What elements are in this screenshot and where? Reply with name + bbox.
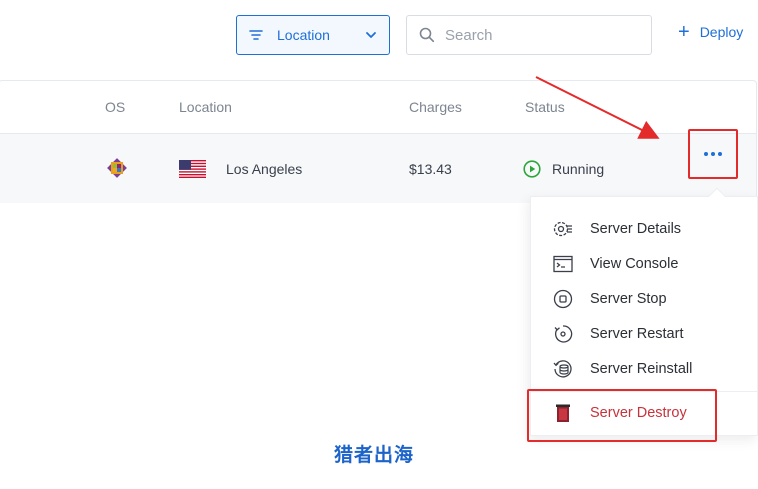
server-details-icon	[553, 221, 572, 236]
dot-icon	[718, 152, 722, 156]
dot-icon	[704, 152, 708, 156]
more-actions-button[interactable]	[688, 129, 738, 179]
header-os: OS	[105, 99, 126, 115]
search-icon	[419, 27, 435, 43]
filter-icon	[249, 30, 263, 40]
restart-icon	[554, 324, 573, 343]
header-charges: Charges	[409, 99, 462, 115]
location-filter-label: Location	[277, 27, 330, 43]
menu-item-label: Server Reinstall	[590, 360, 693, 377]
dot-icon	[711, 152, 715, 156]
server-table: OS Location Charges Status Los Angeles $…	[0, 80, 757, 203]
menu-item-server-details[interactable]: Server Details	[531, 211, 757, 246]
watermark-logo: 猎者出海	[334, 444, 415, 466]
header-location: Location	[179, 99, 232, 115]
stop-icon	[553, 289, 573, 308]
play-circle-icon	[523, 160, 541, 178]
location-filter-dropdown[interactable]: Location	[236, 15, 390, 55]
destroy-highlight-box	[527, 389, 717, 442]
deploy-label: Deploy	[699, 24, 744, 40]
os-logo-icon	[107, 158, 127, 178]
menu-item-view-console[interactable]: View Console	[531, 246, 757, 281]
us-flag-icon	[179, 160, 206, 178]
row-charges: $13.43	[409, 161, 452, 177]
table-row[interactable]: Los Angeles $13.43 Running	[0, 134, 756, 203]
menu-item-label: Server Stop	[590, 290, 667, 307]
header-status: Status	[525, 99, 565, 115]
menu-item-server-reinstall[interactable]: Server Reinstall	[531, 351, 757, 386]
reinstall-icon	[553, 359, 572, 377]
row-status: Running	[552, 161, 605, 177]
menu-item-label: Server Restart	[590, 325, 684, 342]
search-input[interactable]	[445, 26, 625, 44]
menu-item-server-stop[interactable]: Server Stop	[531, 281, 757, 316]
deploy-button[interactable]: + Deploy	[678, 21, 744, 43]
menu-item-label: View Console	[590, 255, 679, 272]
menu-item-server-restart[interactable]: Server Restart	[531, 316, 757, 351]
row-location: Los Angeles	[226, 161, 303, 177]
console-icon	[553, 255, 573, 272]
chevron-down-icon	[366, 32, 376, 38]
table-header: OS Location Charges Status	[0, 81, 756, 134]
search-box[interactable]	[406, 15, 652, 55]
menu-item-label: Server Details	[590, 220, 682, 237]
plus-icon: +	[678, 21, 690, 43]
